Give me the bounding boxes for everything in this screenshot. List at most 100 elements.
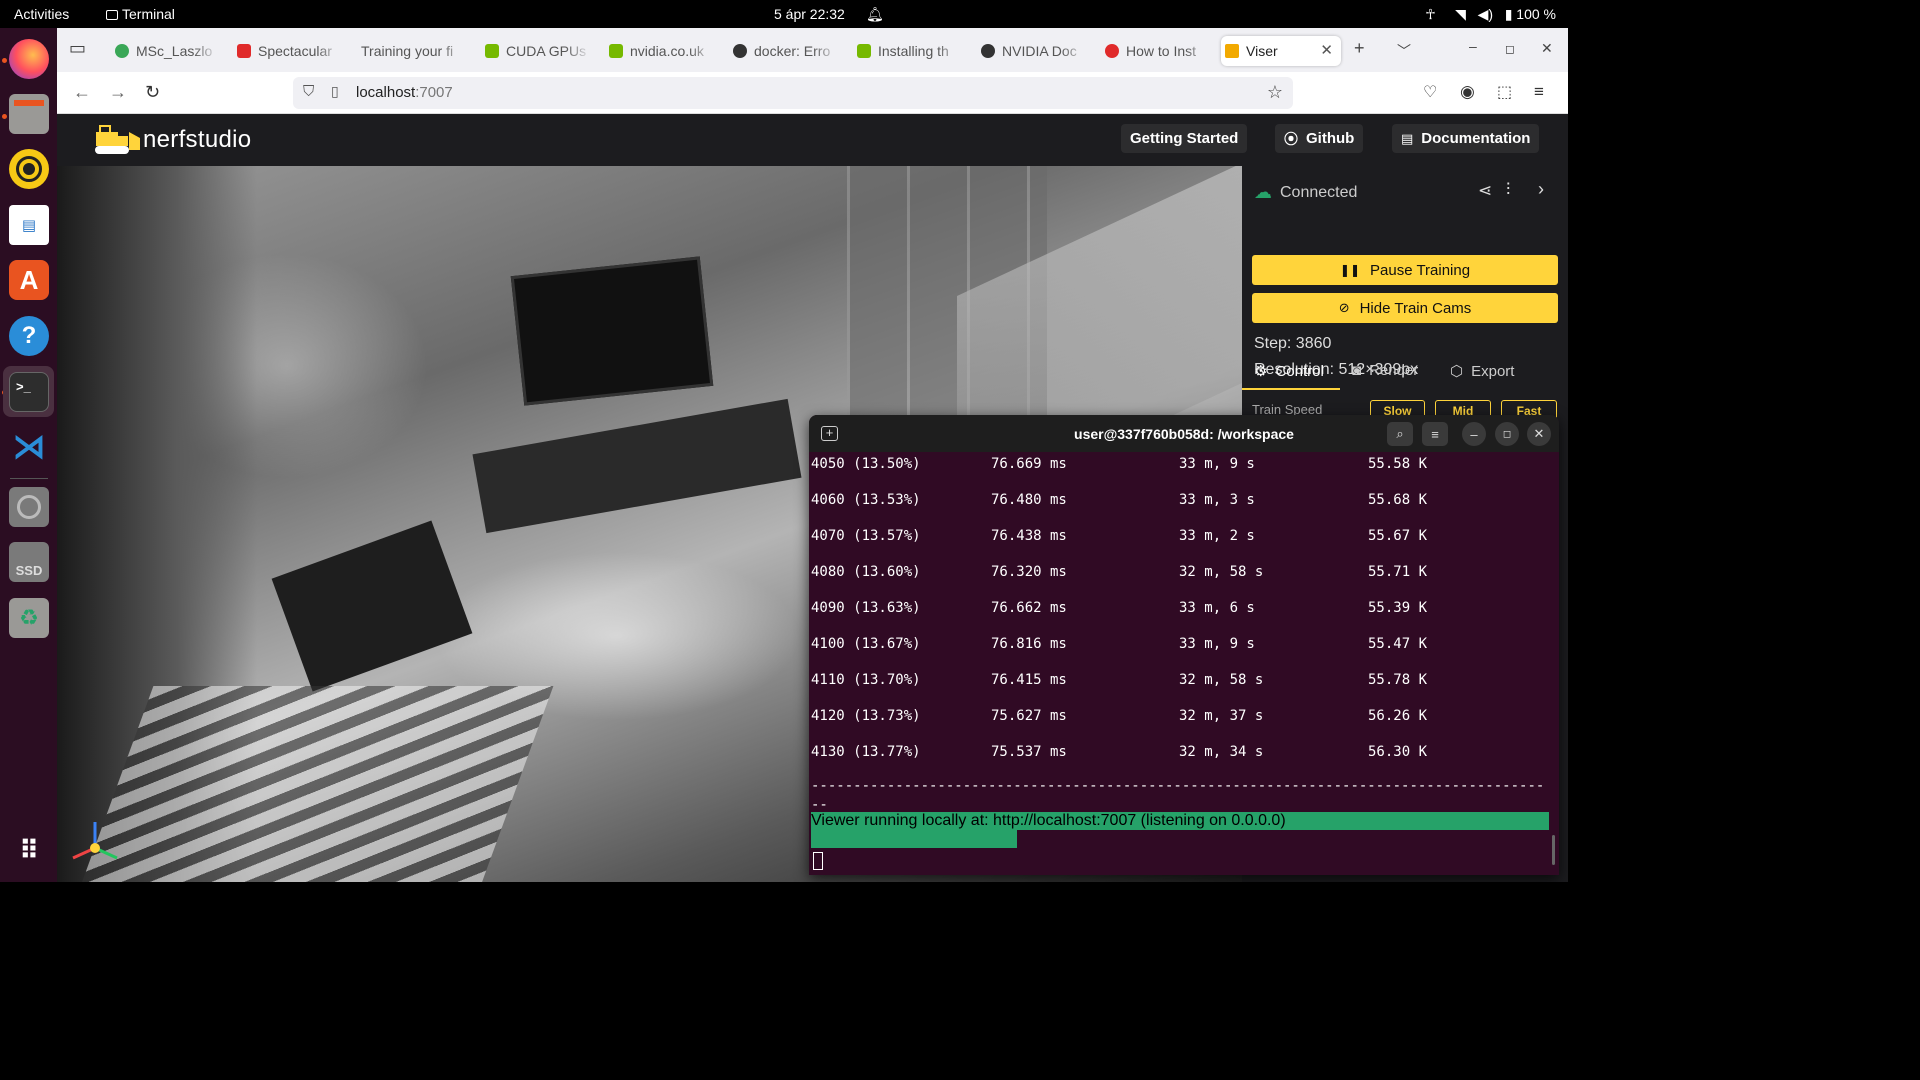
nvidia-icon [857,44,871,58]
shield-icon[interactable]: ⛉ [303,83,314,100]
terminal-titlebar[interactable]: + user@337f760b058d: /workspace ⌕ ≡ – ◻ … [809,415,1559,452]
package-icon: ⬡ [1450,363,1464,380]
reload-icon[interactable]: ↻ [145,82,160,103]
clock[interactable]: 5 ápr 22:32 [774,6,845,22]
vscode-icon[interactable]: ⋊ [9,427,49,467]
notification-bell-icon: 🔔︎ [866,6,884,22]
camera-icon: ◙ [1352,362,1362,379]
tab-spectacular[interactable]: Spectacular [233,36,343,66]
github-button[interactable]: ⦿ Github [1275,124,1364,153]
url-port: :7007 [415,84,453,101]
app-center-icon[interactable]: A [9,260,49,300]
viser-icon [1225,44,1239,58]
tab-how-to-install[interactable]: How to Inst [1101,36,1211,66]
axes-gizmo-icon[interactable] [69,818,133,866]
tab-training[interactable]: Training your fi [357,36,467,66]
viewport-striped-blanket [80,686,554,882]
terminal-minimize-icon[interactable]: – [1462,422,1486,446]
getting-started-button[interactable]: Getting Started [1121,124,1248,153]
tab-control[interactable]: ⚙ Control [1254,362,1324,381]
list-all-tabs-icon[interactable]: ﹀ [1397,41,1411,61]
github-icon: ⦿ [1284,130,1298,147]
terminal-scrollbar[interactable] [1552,835,1555,865]
close-tab-icon[interactable]: ✕ [1320,41,1333,59]
ubuntu-dock: ▤ A ? >_ ⋊ SSD ♻ ⠿ [0,28,57,882]
app-menu-terminal[interactable]: Terminal [106,6,175,22]
account-icon[interactable]: ◉ [1460,82,1475,102]
rhythmbox-icon[interactable] [9,149,49,189]
close-window-icon[interactable]: ✕ [1541,40,1553,57]
help-icon[interactable]: ? [9,316,49,356]
nvidia-icon [485,44,499,58]
libreoffice-writer-icon[interactable]: ▤ [9,205,49,245]
site-favicon-icon [1105,44,1119,58]
tab-msc-laszlo[interactable]: MSc_Laszlo [111,36,219,66]
firefox-icon[interactable] [9,39,49,79]
files-icon[interactable] [9,94,49,134]
page-icon: ▯ [331,83,339,99]
tab-export[interactable]: ⬡ Export [1450,362,1514,381]
ssd-drive-icon[interactable]: SSD [9,542,49,582]
dock-separator [10,478,48,479]
maximize-icon[interactable]: ◻ [1505,42,1515,56]
pause-icon: ❚❚ [1339,263,1361,277]
tab-nvidia-co-uk[interactable]: nvidia.co.uk [605,36,715,66]
url-bar[interactable]: ⛉ ▯ localhost:7007 ☆ [293,77,1293,109]
terminal-close-icon[interactable]: ✕ [1527,422,1551,446]
back-icon[interactable]: ← [73,82,91,103]
terminal-maximize-icon[interactable]: ◻ [1495,422,1519,446]
terminal-icon[interactable]: >_ [9,372,49,412]
pause-training-label: Pause Training [1370,261,1471,279]
battery-percentage: 100 % [1516,6,1556,22]
getting-started-label: Getting Started [1130,130,1239,147]
menu-icon[interactable]: ≡ [1534,82,1544,102]
collapse-panel-icon[interactable]: › [1538,179,1544,200]
pause-training-button[interactable]: ❚❚ Pause Training [1252,255,1558,285]
nvidia-icon [609,44,623,58]
github-label: Github [1306,130,1355,147]
settings-sliders-icon[interactable]: ⫶ [1506,180,1510,200]
step-counter: Step: 3860 [1254,335,1332,352]
app-menu-label: Terminal [122,6,175,22]
system-tray[interactable]: ☥ ◥ ◀) ▮ 100 % [1425,6,1556,23]
show-apps-icon[interactable]: ⠿ [9,830,49,870]
tab-docker-error[interactable]: docker: Erro [729,36,839,66]
viewport-suitcase [271,520,473,692]
tab-bar: ▭ MSc_Laszlo Spectacular Training your f… [57,28,1568,72]
extensions-icon[interactable]: ⬚ [1497,82,1512,102]
tab-render-label: Render [1369,362,1419,379]
accessibility-icon: ☥ [1425,6,1436,22]
nerfstudio-logo[interactable]: nerfstudio [93,122,251,158]
bookmark-star-icon[interactable]: ☆ [1267,82,1283,103]
terminal-search-icon[interactable]: ⌕ [1387,422,1413,446]
tab-overview-icon[interactable]: ▭ [69,38,86,59]
disc-drive-icon[interactable] [9,487,49,527]
tab-viser[interactable]: Viser ✕ [1221,36,1341,66]
url-text[interactable]: localhost:7007 [356,84,453,101]
activities-button[interactable]: Activities [14,6,69,22]
minimize-icon[interactable]: – [1469,38,1477,54]
separator-line: ----------------------------------------… [811,778,1545,813]
youtube-icon [237,44,251,58]
documentation-button[interactable]: ▤ Documentation [1392,124,1540,153]
tab-installing[interactable]: Installing th [853,36,963,66]
cloud-check-icon: ☁ [1254,182,1272,202]
terminal-menu-icon[interactable]: ≡ [1422,422,1448,446]
viewer-message-highlight [811,830,1017,848]
nerfstudio-header: nerfstudio Getting Started ⦿ Github ▤ Docu… [57,114,1568,166]
ssd-label: SSD [15,563,43,578]
hide-train-cams-button[interactable]: ⊘ Hide Train Cams [1252,293,1558,323]
trash-icon[interactable]: ♻ [9,598,49,638]
pocket-icon[interactable]: ♡ [1423,82,1437,102]
tab-cuda-gpus[interactable]: CUDA GPUs [481,36,591,66]
new-tab-icon[interactable]: + [1354,38,1365,59]
tab-render[interactable]: ◙ Render [1352,362,1418,379]
tab-nvidia-doc[interactable]: NVIDIA Doc [977,36,1087,66]
gear-icon: ⚙ [1254,363,1268,380]
terminal-window[interactable]: + user@337f760b058d: /workspace ⌕ ≡ – ◻ … [809,415,1559,875]
viewer-url-message[interactable]: Viewer running locally at: http://localh… [811,812,1549,830]
documentation-label: Documentation [1421,130,1531,147]
viewport-cabinet [472,398,802,534]
share-icon[interactable]: ⋖ [1478,181,1492,201]
forward-icon[interactable]: → [109,82,127,103]
